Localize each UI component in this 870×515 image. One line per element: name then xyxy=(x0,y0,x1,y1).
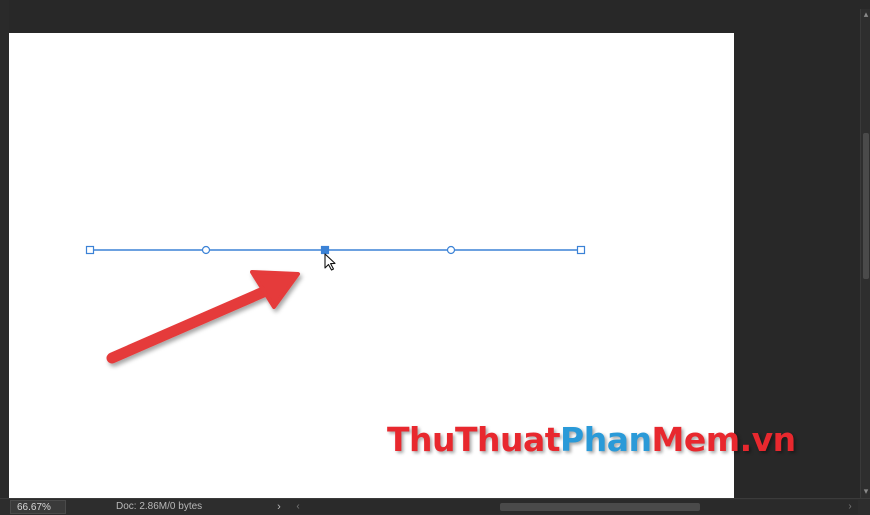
chevron-up-icon[interactable]: ▴ xyxy=(861,9,870,21)
vertical-scrollbar[interactable]: ▴ ▾ xyxy=(860,9,870,498)
chevron-down-icon[interactable]: ▾ xyxy=(861,486,870,498)
horizontal-scroll-thumb[interactable] xyxy=(500,503,700,511)
chevron-right-icon[interactable]: › xyxy=(844,500,856,514)
annotation-arrow-icon xyxy=(106,270,300,364)
vertical-scroll-thumb[interactable] xyxy=(863,133,869,279)
status-bar: 66.67% Doc: 2.86M/0 bytes › ‹ › xyxy=(0,498,870,515)
anchor-point-selected[interactable] xyxy=(320,245,330,255)
canvas-overlay xyxy=(85,245,586,364)
document-size-info[interactable]: Doc: 2.86M/0 bytes xyxy=(116,500,202,514)
anchor-point-end[interactable] xyxy=(576,245,586,255)
anchor-point-start[interactable] xyxy=(85,245,95,255)
chevron-left-icon[interactable]: ‹ xyxy=(292,500,304,514)
direct-select-arrow-icon xyxy=(324,253,336,271)
anchor-point-smooth-2[interactable] xyxy=(446,245,456,255)
anchor-point-smooth-1[interactable] xyxy=(201,245,211,255)
zoom-level-field[interactable]: 66.67% xyxy=(10,500,66,514)
horizontal-scrollbar[interactable]: ‹ › xyxy=(290,500,858,514)
photoshop-workspace: ThuThuatPhanMem.vn ▴ ▾ 66.67% Doc: 2.86M… xyxy=(0,0,870,515)
chevron-right-icon[interactable]: › xyxy=(272,499,286,515)
